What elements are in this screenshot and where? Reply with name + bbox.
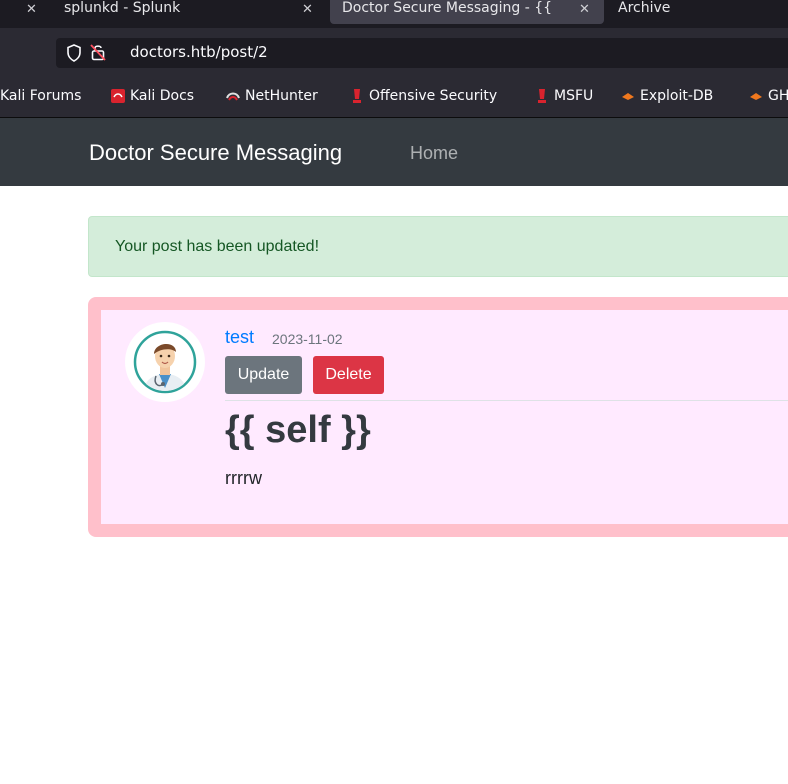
bookmark-offensive-security[interactable]: Offensive Security (349, 88, 497, 104)
browser-navigation-bar: doctors.htb/post/2 (0, 28, 788, 78)
bookmark-msfu[interactable]: MSFU (534, 88, 593, 104)
tab-title: splunkd - Splunk (64, 0, 181, 16)
bookmarks-toolbar: Kali Forums Kali Docs NetHunter Offensiv… (0, 78, 788, 118)
bookmark-label: Kali Forums (0, 88, 82, 104)
lock-insecure-icon[interactable] (90, 43, 106, 61)
bookmark-nethunter[interactable]: NetHunter (225, 88, 318, 104)
exploit-db-icon (622, 93, 634, 100)
nethunter-icon (226, 92, 240, 101)
bookmark-label: Offensive Security (369, 88, 498, 104)
post-content: rrrrw (225, 468, 262, 488)
post-divider (225, 400, 788, 401)
success-alert: Your post has been updated! (88, 216, 788, 277)
post-author-link[interactable]: test (225, 327, 254, 348)
bookmark-label: Exploit-DB (640, 88, 714, 104)
shield-icon[interactable] (66, 44, 82, 62)
tab-title: Doctor Secure Messaging - {{ (342, 0, 553, 16)
alert-message: Your post has been updated! (115, 238, 320, 255)
post-date: 2023-11-02 (272, 331, 343, 347)
site-brand[interactable]: Doctor Secure Messaging (89, 140, 342, 166)
bookmark-label: MSFU (554, 88, 594, 104)
exploit-db-icon (750, 93, 762, 100)
close-icon[interactable]: ✕ (579, 2, 590, 17)
url-bar[interactable]: doctors.htb/post/2 (56, 38, 788, 68)
tab-title: Archive (618, 0, 671, 16)
site-navbar: Doctor Secure Messaging Home (0, 118, 788, 186)
post-title: {{ self }} (225, 409, 371, 451)
close-icon[interactable]: ✕ (302, 2, 313, 17)
post-card-body (101, 310, 788, 524)
tab-splunk[interactable]: ✕ splunkd - Splunk (0, 0, 300, 24)
update-button[interactable]: Update (225, 356, 302, 394)
offsec-icon (538, 89, 546, 103)
browser-tab-bar: ✕ splunkd - Splunk ✕ Doctor Secure Messa… (0, 0, 788, 28)
kali-docs-icon (111, 89, 125, 103)
bookmark-kali-docs[interactable]: Kali Docs (110, 88, 194, 104)
bookmark-label: Kali Docs (130, 88, 195, 104)
offsec-icon (353, 89, 361, 103)
doctor-avatar-icon (125, 322, 205, 402)
bookmark-label: GH (768, 88, 788, 104)
bookmark-label: NetHunter (245, 88, 318, 104)
tab-archive[interactable]: Archive (618, 0, 738, 24)
delete-button[interactable]: Delete (313, 356, 384, 394)
bookmark-kali-forums[interactable]: Kali Forums (0, 88, 81, 104)
nav-link-home[interactable]: Home (410, 143, 458, 164)
bookmark-exploit-db[interactable]: Exploit-DB (620, 88, 713, 104)
bookmark-gh[interactable]: GH (748, 88, 788, 104)
url-text[interactable]: doctors.htb/post/2 (130, 43, 268, 61)
close-icon[interactable]: ✕ (26, 2, 37, 17)
tab-doctor-secure-messaging[interactable]: Doctor Secure Messaging - {{ ✕ (330, 0, 604, 24)
